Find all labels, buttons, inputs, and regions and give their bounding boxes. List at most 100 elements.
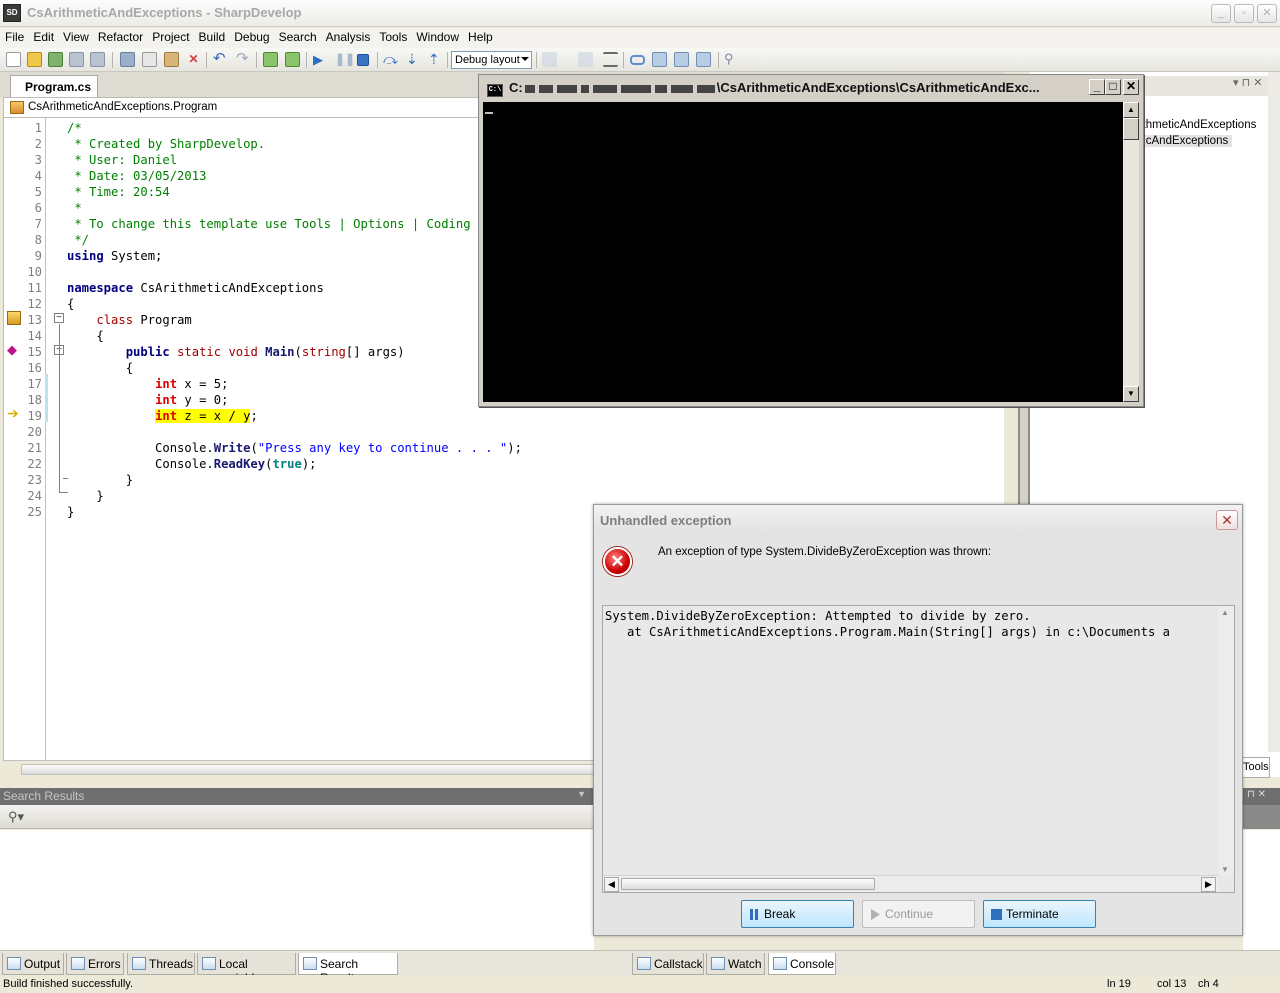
undo-icon[interactable]: ↶: [213, 51, 228, 67]
search-icon[interactable]: ⚲▾: [8, 809, 24, 825]
layout-dropdown[interactable]: Debug layout: [451, 51, 532, 69]
scrollbar-thumb[interactable]: [1123, 118, 1139, 140]
pause-icon[interactable]: ❚❚: [335, 52, 355, 67]
threads-icon: [132, 957, 146, 970]
menu-search[interactable]: Search: [274, 28, 321, 44]
stack-trace-vertical-scrollbar[interactable]: ▲ ▼: [1218, 606, 1234, 876]
stack-trace-box[interactable]: System.DivideByZeroException: Attempted …: [602, 605, 1235, 893]
search-results-toolbar: ⚲▾: [0, 805, 594, 829]
window-title: CsArithmeticAndExceptions - SharpDevelop: [27, 5, 302, 20]
watch-icon: [711, 957, 725, 970]
menu-help[interactable]: Help: [463, 28, 497, 44]
menu-file[interactable]: File: [0, 28, 28, 44]
open-project-icon[interactable]: [48, 52, 63, 67]
new-file-icon[interactable]: [6, 52, 21, 67]
tab-search-results[interactable]: Search Results: [298, 953, 398, 985]
stack-trace-horizontal-scrollbar[interactable]: ◀ ▶: [603, 875, 1219, 892]
console-screen[interactable]: [483, 102, 1123, 402]
minimize-button[interactable]: _: [1211, 4, 1231, 23]
tab-watch[interactable]: Watch: [706, 953, 765, 975]
panel-splitter[interactable]: [1018, 405, 1030, 505]
find-next-icon[interactable]: [578, 52, 593, 67]
tab-tools[interactable]: Tools: [1240, 757, 1270, 778]
tab-threads[interactable]: Threads: [127, 953, 195, 975]
chevron-down-icon[interactable]: ▼: [577, 789, 586, 799]
dialog-title: Unhandled exception: [594, 505, 1242, 535]
menu-window[interactable]: Window: [411, 28, 463, 44]
continue-button[interactable]: Continue: [862, 900, 975, 928]
dialog-close-button[interactable]: ✕: [1216, 510, 1238, 530]
cut-icon[interactable]: [120, 52, 135, 67]
projects-panel-scrollbar[interactable]: [1268, 72, 1280, 752]
menu-analysis[interactable]: Analysis: [321, 28, 375, 44]
right-pane-body[interactable]: [1243, 830, 1280, 950]
tree-item-project[interactable]: ticAndExceptions: [1140, 135, 1233, 147]
open-folder-icon[interactable]: [27, 52, 42, 67]
scroll-up-icon[interactable]: ▲: [1123, 102, 1139, 118]
stop-icon[interactable]: [357, 54, 369, 66]
run-icon[interactable]: ▶: [313, 52, 328, 67]
menu-tools[interactable]: Tools: [374, 28, 411, 44]
paste-icon[interactable]: [164, 52, 179, 67]
menu-refactor[interactable]: Refactor: [93, 28, 147, 44]
search-icon[interactable]: ⚲: [724, 52, 739, 67]
pane-menu-icon[interactable]: ▾ ⊓ ✕: [1233, 76, 1262, 89]
layout-dropdown-value: Debug layout: [455, 54, 520, 66]
close-button[interactable]: ✕: [1257, 4, 1277, 23]
stop-icon: [991, 909, 1002, 920]
menu-edit[interactable]: Edit: [28, 28, 58, 44]
scroll-down-icon[interactable]: ▼: [1123, 386, 1139, 402]
tab-output[interactable]: Output: [2, 953, 64, 975]
console-title-redacted: [523, 80, 717, 95]
exception-message: An exception of type System.DivideByZero…: [658, 546, 992, 558]
class-icon: [10, 101, 24, 114]
class-combo-value: CsArithmeticAndExceptions.Program: [28, 101, 218, 113]
tab-local-variables[interactable]: Local variables: [197, 953, 296, 985]
menu-debug[interactable]: Debug: [229, 28, 273, 44]
bookmark-icon[interactable]: [630, 55, 645, 65]
step-out-icon[interactable]: ⇡: [428, 52, 443, 67]
next-bookmark-icon[interactable]: [674, 52, 689, 67]
build-icon[interactable]: [263, 52, 278, 67]
callstack-icon: [637, 957, 651, 970]
copy-icon[interactable]: [142, 52, 157, 67]
scroll-down-icon[interactable]: ▼: [1221, 865, 1229, 874]
rebuild-icon[interactable]: [285, 52, 300, 67]
menu-project[interactable]: Project: [147, 28, 193, 44]
delete-icon[interactable]: ✕: [186, 52, 201, 67]
save-all-icon[interactable]: [90, 52, 105, 67]
save-icon[interactable]: [69, 52, 84, 67]
clear-bookmarks-icon[interactable]: [696, 52, 711, 67]
scroll-up-icon[interactable]: ▲: [1221, 608, 1229, 617]
step-into-icon[interactable]: ⇣: [406, 52, 421, 67]
tree-item-solution[interactable]: ithmeticAndExceptions: [1140, 119, 1256, 131]
chevron-down-icon: [521, 57, 529, 61]
maximize-button[interactable]: ▫: [1234, 4, 1254, 23]
redo-icon[interactable]: ↷: [236, 51, 251, 67]
menu-build[interactable]: Build: [194, 28, 230, 44]
menu-view[interactable]: View: [58, 28, 93, 44]
prev-bookmark-icon[interactable]: [652, 52, 667, 67]
format-icon[interactable]: [603, 52, 618, 67]
step-over-icon[interactable]: ⤼: [383, 52, 398, 67]
scroll-left-icon[interactable]: ◀: [604, 877, 619, 892]
tab-errors[interactable]: Errors: [66, 953, 124, 975]
break-button[interactable]: Break: [741, 900, 854, 928]
scrollbar-thumb[interactable]: [621, 878, 875, 890]
error-icon: ✕: [603, 547, 632, 576]
console-scrollbar[interactable]: ▲ ▼: [1123, 102, 1139, 402]
find-icon[interactable]: [542, 52, 557, 67]
status-line: ln 19: [1107, 978, 1131, 990]
tab-program-cs[interactable]: Program.cs: [10, 75, 98, 97]
console-maximize-button[interactable]: □: [1105, 79, 1121, 95]
console-titlebar: C:\ C: \CsArithmeticAndExceptions\CsArith…: [481, 77, 1141, 99]
console-close-button[interactable]: ✕: [1123, 79, 1139, 95]
console-minimize-button[interactable]: _: [1089, 79, 1105, 95]
tab-callstack[interactable]: Callstack: [632, 953, 704, 975]
terminate-button[interactable]: Terminate: [983, 900, 1096, 928]
console-app-icon: C:\: [487, 84, 503, 97]
search-results-list[interactable]: [0, 830, 594, 950]
tab-console[interactable]: Console: [768, 953, 836, 975]
scroll-right-icon[interactable]: ▶: [1201, 877, 1216, 892]
window-titlebar: SD CsArithmeticAndExceptions - SharpDeve…: [0, 0, 1280, 27]
